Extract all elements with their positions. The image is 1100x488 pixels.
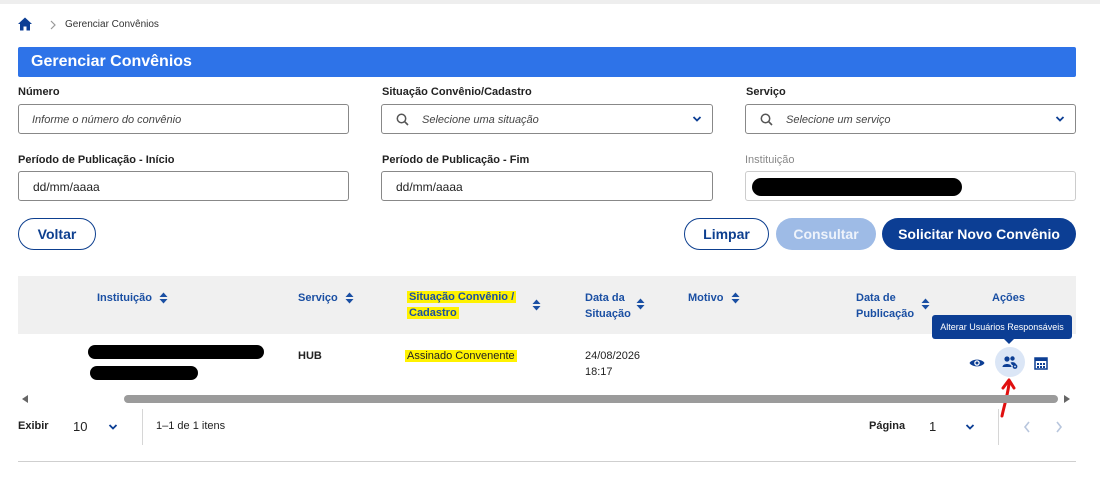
cell-situacao-text: Assinado Convenente (405, 350, 517, 362)
redacted-block (752, 178, 962, 196)
divider (142, 409, 143, 445)
column-label-line2: Cadastro (407, 307, 459, 319)
scroll-left-icon[interactable] (22, 395, 28, 403)
table-header (18, 276, 1076, 334)
column-label-line1: Data da (585, 292, 625, 304)
sort-icon[interactable] (636, 298, 645, 310)
chevron-left-icon[interactable] (1022, 420, 1032, 434)
users-gear-icon[interactable] (1001, 353, 1019, 371)
column-label: Instituição (97, 292, 153, 304)
page-size-value[interactable]: 10 (73, 419, 87, 434)
scroll-right-icon[interactable] (1064, 395, 1070, 403)
column-header-servico[interactable]: Serviço (298, 290, 354, 306)
current-page-value[interactable]: 1 (929, 419, 936, 434)
instituicao-label: Instituição (745, 154, 795, 166)
page-title: Gerenciar Convênios (31, 53, 192, 70)
limpar-button[interactable]: Limpar (684, 218, 769, 250)
situacao-placeholder: Selecione uma situação (422, 114, 539, 126)
exibir-label: Exibir (18, 420, 49, 432)
column-label-line2: Situação (585, 308, 631, 320)
cell-servico: HUB (298, 350, 322, 362)
chevron-down-icon[interactable] (108, 423, 118, 431)
column-header-situacao[interactable]: Situação Convênio / Cadastro (407, 289, 537, 321)
cell-data-situacao-time: 18:17 (585, 366, 613, 378)
cell-situacao: Assinado Convenente (405, 348, 517, 364)
situacao-select[interactable]: Selecione uma situação (381, 104, 713, 134)
servico-select[interactable]: Selecione um serviço (745, 104, 1076, 134)
chevron-right-icon (47, 18, 59, 30)
tooltip: Alterar Usuários Responsáveis (932, 315, 1072, 344)
chevron-down-icon[interactable] (965, 423, 975, 431)
column-header-data-situacao[interactable]: Data da Situação (585, 290, 631, 322)
periodo-fim-input[interactable]: dd/mm/aaaa (381, 171, 713, 201)
page-header: Gerenciar Convênios (18, 47, 1076, 77)
scrollbar-thumb[interactable] (124, 395, 1058, 403)
sort-icon[interactable] (921, 298, 930, 310)
home-icon[interactable] (17, 16, 33, 32)
pagina-label: Página (869, 420, 906, 432)
column-label-line1: Situação Convênio / (407, 291, 517, 303)
column-header-motivo[interactable]: Motivo (688, 290, 740, 306)
instituicao-input (745, 171, 1076, 201)
consultar-button[interactable]: Consultar (776, 218, 876, 250)
chevron-down-icon[interactable] (1055, 115, 1065, 123)
voltar-button[interactable]: Voltar (18, 218, 96, 250)
sort-icon[interactable] (731, 292, 740, 304)
range-text: 1–1 de 1 itens (156, 420, 226, 432)
redacted-block (90, 366, 198, 380)
search-icon (396, 113, 409, 126)
column-header-data-publicacao[interactable]: Data de Publicação (856, 290, 914, 322)
divider (998, 409, 999, 445)
column-label-line1: Data de (856, 292, 896, 304)
eye-icon[interactable] (968, 354, 986, 372)
column-header-instituicao[interactable]: Instituição (97, 290, 168, 306)
bottom-divider (18, 461, 1076, 462)
chevron-down-icon[interactable] (692, 115, 702, 123)
calendar-icon[interactable] (1032, 354, 1050, 372)
periodo-inicio-label: Período de Publicação - Início (18, 154, 175, 166)
periodo-fim-label: Período de Publicação - Fim (382, 154, 530, 166)
chevron-right-icon[interactable] (1054, 420, 1064, 434)
periodo-fim-value: dd/mm/aaaa (396, 180, 463, 194)
numero-label: Número (18, 86, 60, 98)
solicitar-novo-convenio-button[interactable]: Solicitar Novo Convênio (882, 218, 1076, 250)
periodo-inicio-input[interactable]: dd/mm/aaaa (18, 171, 349, 201)
sort-icon[interactable] (532, 299, 541, 311)
sort-icon[interactable] (159, 292, 168, 304)
search-icon (760, 113, 773, 126)
column-label: Ações (992, 292, 1026, 304)
column-label: Serviço (298, 292, 338, 304)
column-label-line2: Publicação (856, 308, 915, 320)
periodo-inicio-value: dd/mm/aaaa (33, 180, 100, 194)
top-divider (0, 0, 1100, 4)
servico-placeholder: Selecione um serviço (786, 114, 891, 126)
breadcrumb: Gerenciar Convênios (17, 15, 159, 33)
numero-placeholder: Informe o número do convênio (32, 114, 182, 126)
sort-icon[interactable] (345, 292, 354, 304)
servico-label: Serviço (746, 86, 786, 98)
cell-data-situacao-date: 24/08/2026 (585, 350, 641, 362)
redacted-block (88, 345, 264, 359)
situacao-label: Situação Convênio/Cadastro (382, 86, 532, 98)
column-label: Motivo (688, 292, 724, 304)
breadcrumb-current: Gerenciar Convênios (65, 18, 159, 30)
column-header-acoes: Ações (992, 290, 1025, 306)
numero-input[interactable]: Informe o número do convênio (18, 104, 349, 134)
